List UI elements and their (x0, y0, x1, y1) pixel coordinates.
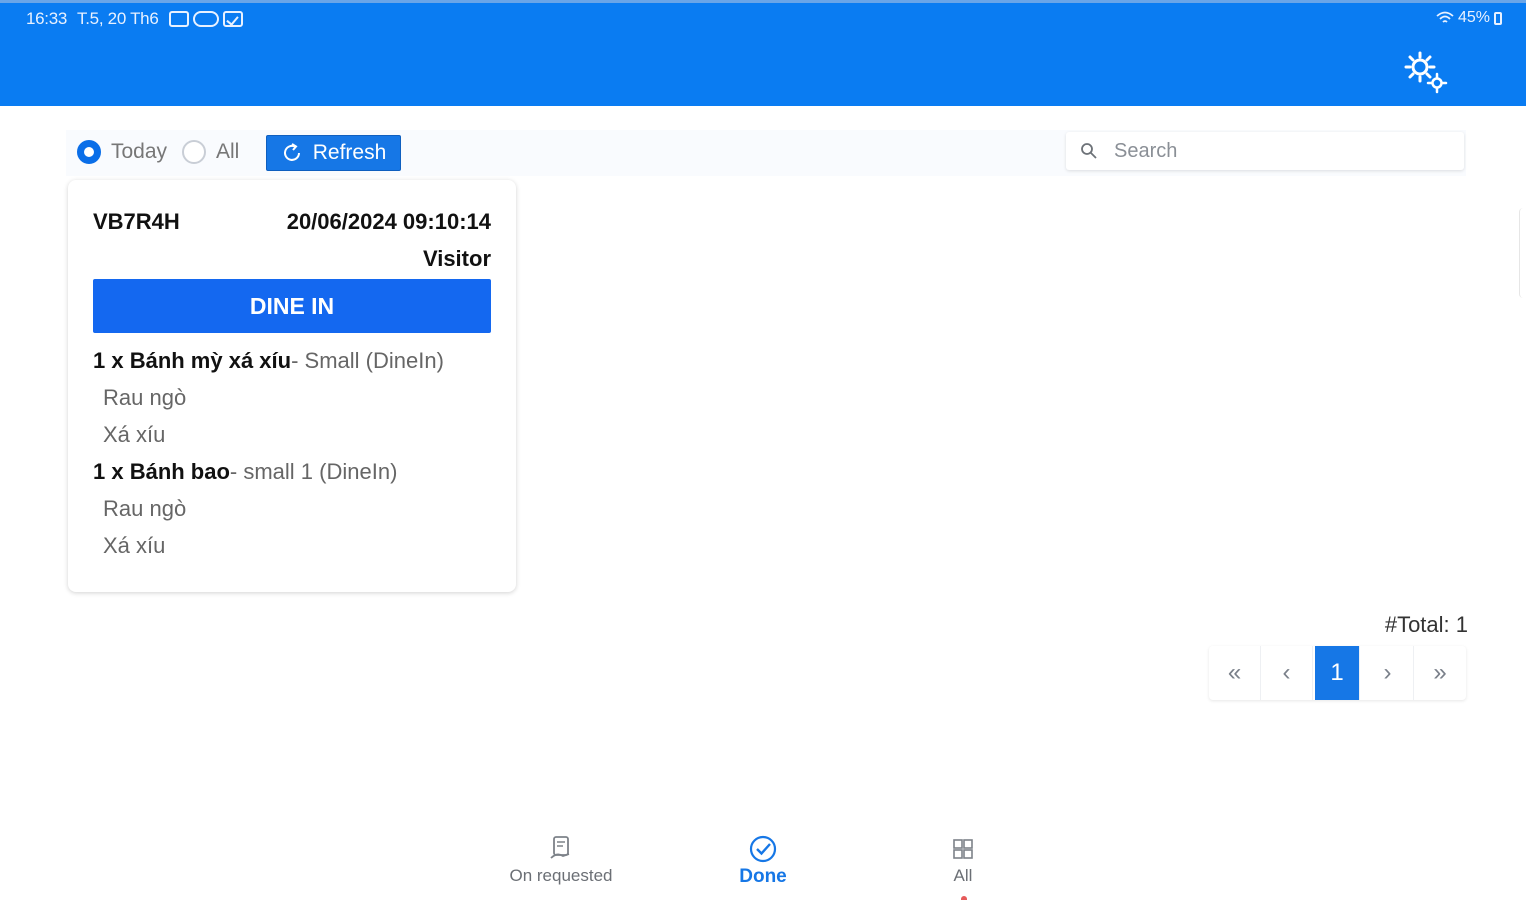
status-date: T.5, 20 Th6 (77, 9, 159, 28)
order-code: VB7R4H (93, 209, 180, 234)
order-customer: Visitor (422, 246, 491, 271)
search-input[interactable] (1112, 138, 1432, 164)
radio-dot[interactable] (182, 140, 206, 164)
wifi-icon (1436, 11, 1454, 23)
filter-toolbar: Today All Refresh (66, 130, 1466, 176)
search-box[interactable] (1066, 132, 1464, 170)
filter-today-radio[interactable]: Today (77, 140, 167, 164)
nav-done-label: Done (739, 866, 787, 887)
grid-icon (953, 839, 973, 859)
status-time: 16:33 (26, 9, 68, 28)
pagination: « ‹ 1 › » (1209, 646, 1466, 700)
requested-icon (550, 836, 570, 859)
item-option: Rau ngò (103, 384, 187, 410)
settings-gear-icon[interactable] (1400, 47, 1450, 97)
nav-all[interactable]: All (938, 834, 988, 886)
order-item: 1 x Bánh mỳ xá xíu - Small (DineIn) (93, 342, 493, 379)
item-name: 1 x Bánh bao (93, 458, 230, 484)
order-items: 1 x Bánh mỳ xá xíu - Small (DineIn) Rau … (93, 342, 493, 564)
item-variant: - small 1 (DineIn) (229, 458, 398, 484)
order-type-badge: DINE IN (93, 279, 491, 333)
item-name: 1 x Bánh mỳ xá xíu (93, 347, 292, 373)
page-1-button[interactable]: 1 (1315, 646, 1360, 700)
next-page-button[interactable]: › (1362, 646, 1414, 700)
nav-all-label: All (953, 866, 973, 885)
item-variant: - Small (DineIn) (291, 347, 444, 373)
item-option: Xá xíu (103, 532, 166, 558)
nav-on-requested-label: On requested (509, 866, 613, 885)
refresh-icon (283, 143, 300, 161)
battery-level: 45% (1457, 9, 1490, 26)
status-bar-right: 45% (1436, 9, 1502, 27)
last-page-button[interactable]: » (1414, 646, 1466, 700)
item-option: Xá xíu (103, 421, 166, 447)
side-drawer-handle[interactable] (1519, 208, 1526, 298)
item-option: Rau ngò (103, 495, 187, 521)
check-circle-icon (749, 835, 777, 863)
notification-icons (168, 11, 243, 27)
bottom-nav: On requested Done All (0, 826, 1526, 900)
first-page-button[interactable]: « (1209, 646, 1261, 700)
filter-all-label: All (216, 140, 240, 163)
notification-dot (961, 896, 967, 900)
app-header: 16:33 T.5, 20 Th6 45% (0, 0, 1526, 106)
total-count: #Total: 1 (1384, 612, 1468, 637)
battery-icon (1494, 11, 1502, 25)
refresh-button[interactable]: Refresh (266, 135, 401, 171)
chat-icon (192, 11, 219, 27)
status-bar-left: 16:33 T.5, 20 Th6 (26, 9, 243, 29)
nav-done[interactable]: Done (728, 834, 798, 888)
nav-on-requested[interactable]: On requested (505, 834, 617, 886)
checkbox-notification-icon (222, 11, 243, 27)
refresh-label: Refresh (312, 141, 387, 164)
filter-all-radio[interactable]: All (182, 140, 239, 164)
order-card[interactable]: VB7R4H 20/06/2024 09:10:14 Visitor DINE … (68, 180, 516, 592)
filter-today-label: Today (111, 140, 168, 163)
order-datetime: 20/06/2024 09:10:14 (286, 209, 491, 234)
search-icon (1081, 143, 1097, 159)
order-item: 1 x Bánh bao - small 1 (DineIn) (93, 453, 493, 490)
message-icon (168, 11, 189, 27)
radio-dot-selected[interactable] (77, 140, 101, 164)
prev-page-button[interactable]: ‹ (1261, 646, 1313, 700)
